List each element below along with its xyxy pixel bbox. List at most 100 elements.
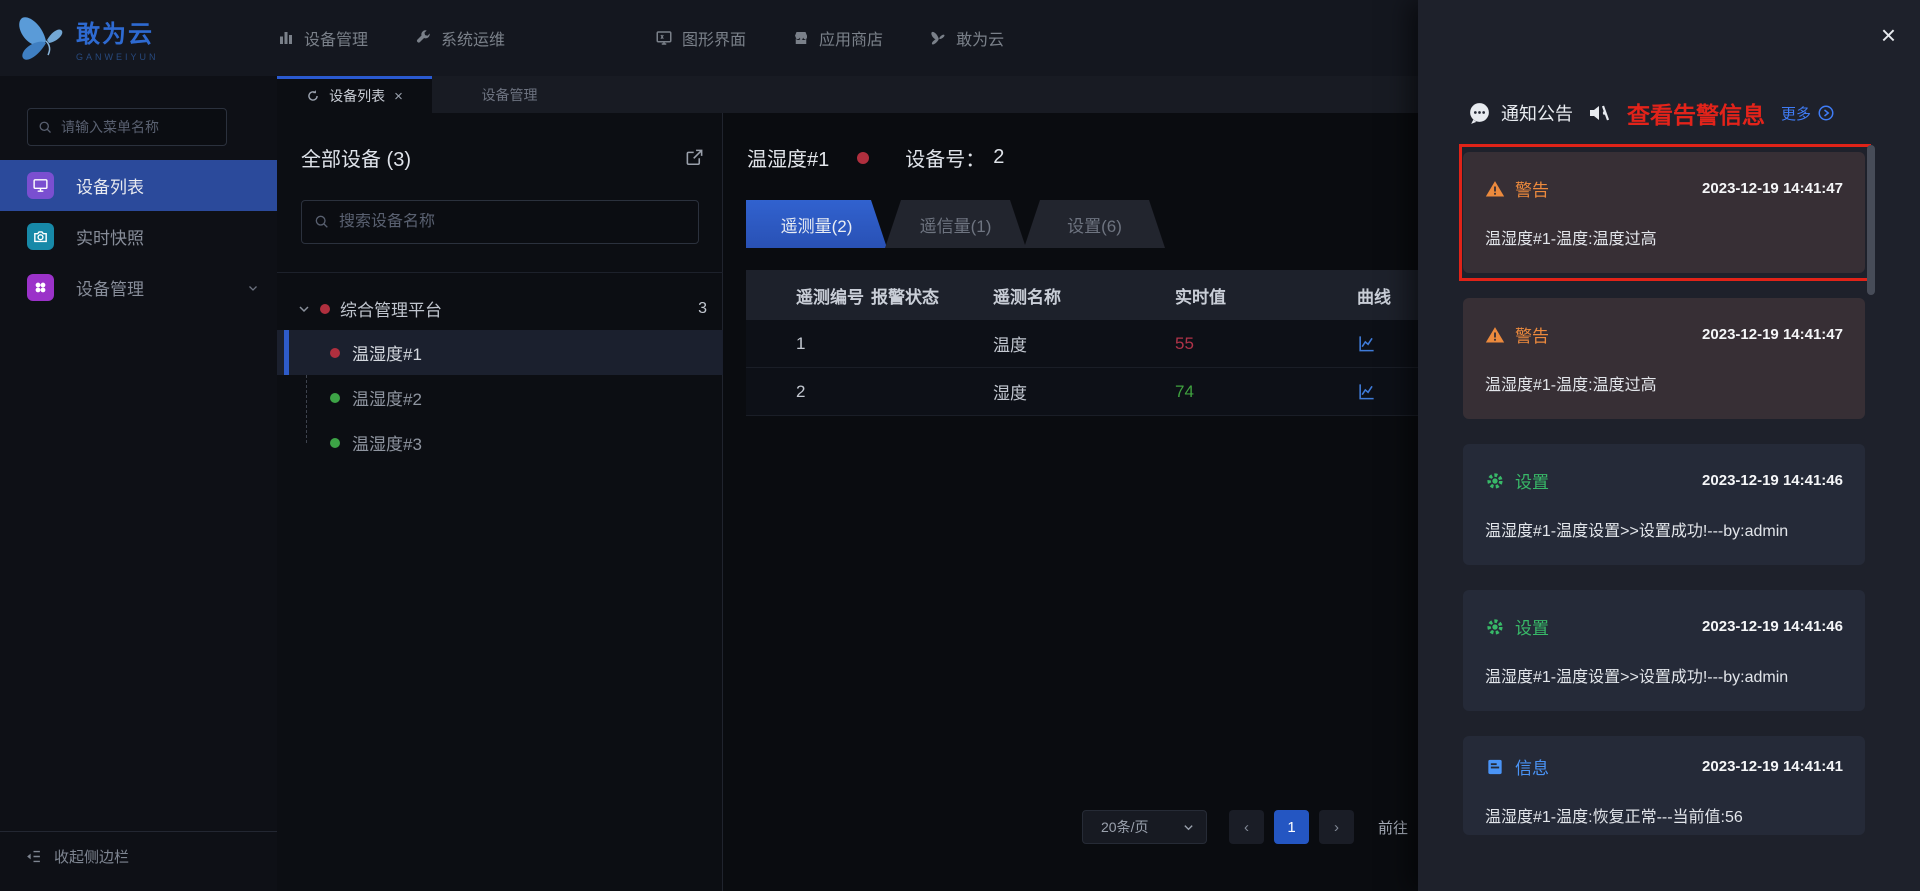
nav-item-ganweiyun[interactable]: 敢为云: [929, 26, 1004, 50]
divider: [277, 272, 723, 273]
notice-body: 温湿度#1-温度:恢复正常---当前值:56: [1485, 809, 1743, 826]
notice-card-info[interactable]: 信息 2023-12-19 14:41:41 温湿度#1-温度:恢复正常---当…: [1463, 736, 1865, 835]
realtime-value: 55: [1175, 333, 1194, 353]
tree-item-device-2[interactable]: 温湿度#2: [277, 375, 723, 420]
chevron-down-icon: [249, 285, 257, 291]
navbar-menu: 设备管理 系统运维 图形界面 应用商店 敢为云: [277, 26, 1004, 50]
device-search-input[interactable]: [339, 213, 686, 231]
tree-item-device-1[interactable]: 温湿度#1: [277, 330, 723, 375]
info-document-icon: [1488, 759, 1502, 774]
device-no-value: 2: [993, 146, 1005, 168]
device-no-label: 设备号：: [905, 149, 986, 171]
mute-speaker-icon[interactable]: [1587, 101, 1611, 125]
notice-card-warning-1[interactable]: 警告 2023-12-19 14:41:47 温湿度#1-温度:温度过高: [1463, 152, 1865, 273]
sidebar-menu: 设备列表 实时快照 设备管理: [0, 160, 277, 313]
monitor-icon: [27, 172, 54, 199]
device-search: [301, 200, 699, 244]
wrench-icon: [417, 30, 430, 43]
status-dot-ok: [330, 392, 340, 403]
notice-body: 温湿度#1-温度:温度过高: [1485, 377, 1657, 394]
next-page-button[interactable]: ›: [1319, 810, 1354, 844]
realtime-value: 74: [1175, 381, 1194, 401]
scrollbar-thumb[interactable]: [1867, 145, 1875, 295]
nav-item-graphic-ui[interactable]: 图形界面: [655, 26, 746, 50]
refresh-icon: [308, 90, 318, 101]
telemetry-tabs: 遥测量(2) 遥信量(1) 设置(6): [746, 200, 1165, 248]
status-dot-alarm: [320, 303, 330, 314]
notice-card-setting-2[interactable]: 设置 2023-12-19 14:41:46 温湿度#1-温度设置>>设置成功!…: [1463, 590, 1865, 711]
gear-icon: [1487, 472, 1503, 489]
table-row: 2 湿度 74: [746, 368, 1429, 416]
timestamp: 2023-12-19 14:41:46: [1702, 472, 1843, 489]
menu-search-input[interactable]: [61, 119, 216, 135]
chevron-down-icon: [1184, 824, 1193, 830]
search-icon: [39, 121, 51, 133]
prev-page-button[interactable]: ‹: [1229, 810, 1264, 844]
timestamp: 2023-12-19 14:41:47: [1702, 326, 1843, 343]
sidebar-item-device-manage[interactable]: 设备管理: [0, 262, 277, 313]
store-icon: [795, 32, 808, 44]
page-size-select[interactable]: 20条/页: [1082, 810, 1207, 844]
pagination: 20条/页 ‹ 1 › 前往: [1082, 810, 1408, 844]
tree-children: 温湿度#1 温湿度#2 温湿度#3: [277, 330, 723, 465]
device-tree-panel: 全部设备 (3) 综合管理平台 3 温湿度#1 温湿度#2 温湿度#3: [277, 113, 723, 891]
close-icon[interactable]: ×: [1881, 22, 1896, 48]
chevron-down-icon: [299, 305, 309, 312]
sidebar-item-snapshot[interactable]: 实时快照: [0, 211, 277, 262]
collapse-icon: [27, 850, 40, 863]
sidebar-item-device-list[interactable]: 设备列表: [0, 160, 277, 211]
status-dot-alarm: [330, 347, 340, 358]
tree-root-platform[interactable]: 综合管理平台 3: [277, 287, 723, 330]
monitor-icon: [656, 31, 672, 45]
notice-body: 温湿度#1-温度设置>>设置成功!---by:admin: [1485, 523, 1789, 540]
nav-item-system-ops[interactable]: 系统运维: [414, 26, 505, 50]
left-sidebar: 设备列表 实时快照 设备管理 收起侧边栏: [0, 76, 277, 891]
nav-item-app-store[interactable]: 应用商店: [792, 26, 883, 50]
table-row: 1 温度 55: [746, 320, 1429, 368]
tab-device-list[interactable]: 设备列表 ×: [277, 76, 432, 113]
curve-chart-icon[interactable]: [1357, 334, 1376, 353]
circle-chevron-right-icon[interactable]: [1817, 104, 1835, 122]
telemetry-table: 遥测编号 报警状态 遥测名称 实时值 曲线 1 温度 55 2 湿度 74: [746, 270, 1429, 416]
butterfly-logo-icon: [16, 11, 68, 65]
timestamp: 2023-12-19 14:41:41: [1702, 758, 1843, 775]
device-panel-title: 全部设备 (3): [301, 149, 411, 171]
notice-card-warning-2[interactable]: 警告 2023-12-19 14:41:47 温湿度#1-温度:温度过高: [1463, 298, 1865, 419]
notice-body: 温湿度#1-温度设置>>设置成功!---by:admin: [1485, 669, 1789, 686]
gear-icon: [1487, 618, 1503, 635]
current-page-button[interactable]: 1: [1274, 810, 1309, 844]
warning-triangle-icon: [1485, 326, 1505, 342]
device-count: 3: [698, 299, 707, 317]
logo-title: 敢为云: [76, 21, 154, 48]
table-header-row: 遥测编号 报警状态 遥测名称 实时值 曲线: [746, 270, 1429, 320]
chat-bubble-icon: [1470, 102, 1489, 124]
tab-telemetry[interactable]: 遥测量(2): [746, 200, 887, 248]
device-title: 温湿度#1: [747, 149, 830, 171]
grid-dots-icon: [27, 274, 54, 301]
search-icon: [315, 215, 328, 228]
warning-triangle-icon: [1485, 180, 1505, 196]
app-logo: 敢为云 GANWEIYUN: [0, 11, 277, 65]
tab-signals[interactable]: 遥信量(1): [885, 200, 1026, 248]
annotation-text: 查看告警信息: [1627, 102, 1765, 128]
status-dot-ok: [330, 437, 340, 448]
menu-search: [27, 108, 227, 146]
butterfly-icon: [931, 31, 945, 45]
status-dot-alarm: [857, 151, 870, 164]
timestamp: 2023-12-19 14:41:46: [1702, 618, 1843, 635]
notice-card-setting-1[interactable]: 设置 2023-12-19 14:41:46 温湿度#1-温度设置>>设置成功!…: [1463, 444, 1865, 565]
more-link[interactable]: 更多: [1781, 103, 1811, 124]
curve-chart-icon[interactable]: [1357, 382, 1376, 401]
goto-page-label: 前往: [1378, 819, 1409, 837]
tree-item-device-3[interactable]: 温湿度#3: [277, 420, 723, 465]
notice-title: 通知公告: [1501, 104, 1573, 124]
tab-device-manage[interactable]: 设备管理: [432, 76, 587, 113]
nav-item-device-manage[interactable]: 设备管理: [277, 26, 368, 50]
tab-settings[interactable]: 设置(6): [1024, 200, 1165, 248]
tab-close-icon[interactable]: ×: [394, 89, 403, 104]
logo-subtitle: GANWEIYUN: [76, 52, 159, 62]
notice-body: 温湿度#1-温度:温度过高: [1485, 231, 1657, 248]
collapse-sidebar-button[interactable]: 收起侧边栏: [0, 831, 277, 881]
external-link-icon[interactable]: [685, 148, 704, 167]
device-manage-icon: [280, 32, 292, 44]
